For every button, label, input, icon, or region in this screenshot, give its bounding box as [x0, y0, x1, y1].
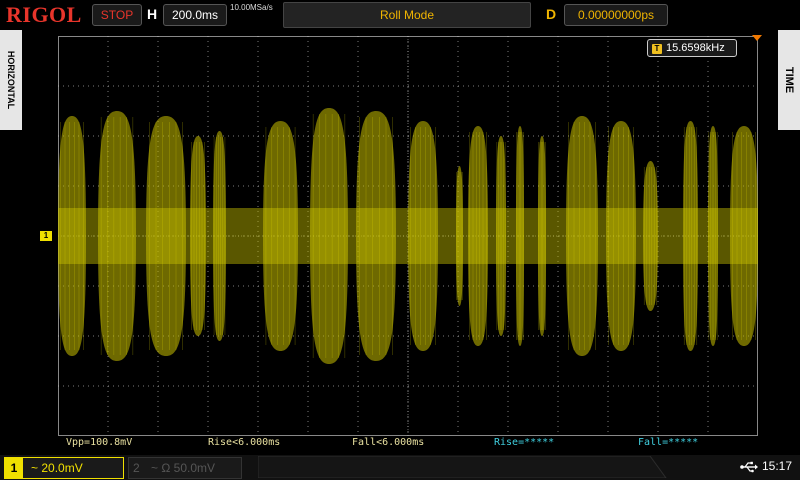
horizontal-tab-label: HORIZONTAL	[6, 50, 16, 110]
horizontal-label: H	[147, 6, 158, 22]
measure-vpp: Vpp=100.8mV	[66, 437, 133, 448]
bottom-bar-divider	[258, 456, 667, 478]
channel2-number: 2	[133, 461, 140, 475]
horizontal-menu-tab[interactable]: HORIZONTAL	[0, 30, 22, 130]
trigger-position-marker[interactable]	[752, 35, 762, 41]
measure-rise-time: Rise<6.000ms	[208, 437, 281, 448]
usb-icon	[740, 461, 758, 473]
timebase-value[interactable]: 200.0ms	[163, 4, 227, 26]
channel1-offset-marker[interactable]: 1	[40, 231, 52, 241]
channel2-button[interactable]: 2 ~ Ω 50.0mV	[128, 457, 242, 479]
roll-mode-indicator[interactable]: Roll Mode	[283, 2, 531, 28]
channel1-number: 1	[5, 458, 23, 478]
time-tab-label: TIME	[783, 66, 795, 94]
trigger-icon: T	[652, 44, 662, 54]
measure-rise-count: Rise=*****	[494, 437, 555, 448]
channel2-scale: ~ Ω 50.0mV	[151, 461, 216, 475]
top-status-bar: RIGOL STOP H 200.0ms 10.00MSa/s Roll Mod…	[0, 0, 800, 30]
trigger-frequency-badge: T 15.6598kHz	[647, 39, 737, 57]
channel1-button[interactable]: 1 ~ 20.0mV	[4, 457, 124, 479]
delay-label: D	[546, 6, 557, 22]
sample-rate: 10.00MSa/s	[230, 3, 273, 12]
waveform-display[interactable]	[58, 36, 758, 436]
trigger-frequency: 15.6598kHz	[666, 42, 725, 54]
delay-value[interactable]: 0.00000000ps	[564, 4, 668, 26]
run-stop-button[interactable]: STOP	[92, 4, 142, 26]
measure-fall-time: Fall<6.000ms	[352, 437, 425, 448]
time-menu-tab[interactable]: TIME	[778, 30, 800, 130]
clock: 15:17	[762, 459, 793, 473]
rigol-logo: RIGOL	[6, 2, 82, 27]
measure-fall-count: Fall=*****	[638, 437, 699, 448]
channel1-scale: ~ 20.0mV	[31, 461, 83, 475]
